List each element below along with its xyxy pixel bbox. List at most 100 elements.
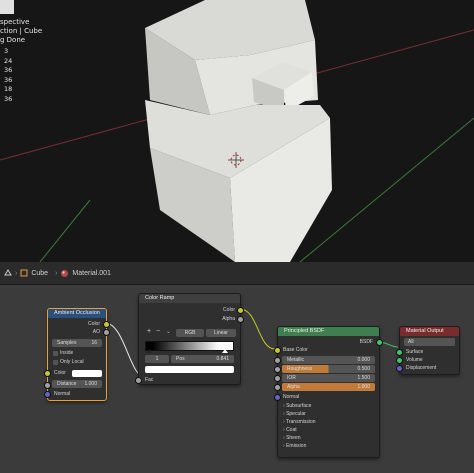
color-mode-dropdown[interactable]: RGB	[176, 329, 204, 337]
ramp-stop-handle-black[interactable]	[146, 349, 152, 353]
output-color-socket[interactable]	[103, 321, 110, 328]
position-label: Pos	[176, 356, 185, 362]
normal-label: Normal	[54, 391, 71, 397]
panel-label: Coat	[286, 427, 297, 433]
interpolation-value: Linear	[214, 330, 228, 336]
output-ao-socket[interactable]	[103, 329, 110, 336]
panel-specular[interactable]: › Specular	[283, 410, 306, 418]
ambient-occlusion-node[interactable]: Ambient Occlusion Color AO Samples 16 In…	[44, 308, 110, 401]
roughness-field[interactable]: Roughness 0.500	[282, 365, 375, 373]
output-color-label: Color	[88, 321, 100, 327]
input-normal-socket[interactable]	[274, 394, 281, 401]
inside-label: Inside	[60, 350, 74, 356]
output-alpha-socket[interactable]	[237, 316, 244, 323]
shader-node-editor[interactable]: Ambient Occlusion Color AO Samples 16 In…	[0, 285, 474, 473]
output-alpha-label: Alpha	[222, 316, 235, 322]
stat-value: 24	[4, 56, 13, 65]
panel-sheen[interactable]: › Sheen	[283, 434, 301, 442]
output-bsdf-label: BSDF	[359, 339, 373, 345]
node-header[interactable]: Principled BSDF	[278, 327, 379, 336]
output-bsdf-socket[interactable]	[376, 339, 383, 346]
input-normal-socket[interactable]	[44, 391, 51, 398]
only-local-checkbox[interactable]	[53, 360, 58, 365]
input-distance-socket[interactable]	[44, 382, 51, 389]
roughness-label: Roughness	[287, 366, 313, 372]
node-header[interactable]: Color Ramp	[139, 294, 240, 303]
panel-transmission[interactable]: › Transmission	[283, 418, 316, 426]
panel-label: Sheen	[286, 435, 301, 441]
input-alpha-socket[interactable]	[274, 384, 281, 391]
panel-coat[interactable]: › Coat	[283, 426, 297, 434]
input-base-color-socket[interactable]	[274, 347, 281, 354]
metallic-field[interactable]: Metallic 0.000	[282, 356, 375, 364]
distance-label: Distance	[57, 381, 77, 387]
input-roughness-socket[interactable]	[274, 366, 281, 373]
stat-value: 36	[4, 75, 13, 84]
metallic-label: Metallic	[287, 357, 304, 363]
stop-color-swatch[interactable]	[145, 366, 234, 373]
ramp-gradient-bar[interactable]	[145, 341, 234, 351]
interpolation-dropdown[interactable]: Linear	[206, 329, 236, 337]
stat-value: 3	[4, 47, 9, 55]
output-target-value: All	[408, 339, 414, 345]
node-editor-breadcrumb: › Cube › Material.001	[0, 262, 474, 285]
ior-field[interactable]: IOR 1.500	[282, 374, 375, 382]
stop-index-value: 1	[155, 356, 159, 362]
inside-checkbox[interactable]	[53, 351, 58, 356]
input-color-label: Color	[54, 370, 66, 376]
samples-field[interactable]: Samples 16	[52, 339, 102, 347]
ramp-stop-handle-white[interactable]	[222, 349, 228, 353]
stat-value: 36	[4, 94, 13, 103]
roughness-value: 0.500	[357, 366, 370, 372]
surface-label: Surface	[406, 349, 424, 355]
panel-subsurface[interactable]: › Subsurface	[283, 402, 311, 410]
input-color-socket[interactable]	[44, 370, 51, 377]
input-displacement-socket[interactable]	[396, 365, 403, 372]
color-mode-value: RGB	[184, 330, 196, 336]
alpha-value: 1.000	[357, 384, 370, 390]
input-metallic-socket[interactable]	[274, 357, 281, 364]
add-stop-button[interactable]: +	[147, 328, 151, 336]
samples-value: 16	[91, 340, 97, 346]
panel-label: Specular	[286, 411, 306, 417]
stop-position-field[interactable]: Pos 0.841	[171, 355, 234, 363]
breadcrumb-separator-icon: ›	[55, 269, 58, 277]
mesh-icon	[4, 269, 12, 276]
color-swatch[interactable]	[72, 370, 102, 377]
breadcrumb-separator-icon: ›	[15, 269, 18, 277]
viewport-corner-icon[interactable]	[0, 0, 14, 14]
output-color-label: Color	[223, 307, 235, 313]
output-target-dropdown[interactable]: All	[404, 338, 455, 346]
ior-value: 1.500	[357, 375, 370, 381]
normal-label: Normal	[283, 394, 300, 400]
node-header[interactable]: Material Output	[400, 327, 459, 336]
alpha-field[interactable]: Alpha 1.000	[282, 383, 375, 391]
3d-viewport[interactable]: spective ction | Cube g Done 3 24 36 36 …	[0, 0, 474, 262]
output-ao-label: AO	[92, 329, 100, 335]
node-header[interactable]: Ambient Occlusion	[48, 309, 106, 318]
principled-bsdf-node[interactable]: Principled BSDF BSDF Base Color Metallic…	[274, 326, 383, 458]
object-icon	[20, 269, 28, 277]
volume-label: Volume	[406, 357, 423, 363]
breadcrumb-material[interactable]: Material.001	[72, 270, 111, 277]
only-local-label: Only Local	[60, 359, 84, 365]
input-surface-socket[interactable]	[396, 349, 403, 356]
samples-label: Samples	[57, 340, 77, 346]
material-output-node[interactable]: Material Output All Surface Volume Displ…	[396, 326, 460, 375]
active-stop-index[interactable]: 1	[145, 355, 169, 363]
remove-stop-button[interactable]: −	[156, 328, 160, 336]
metallic-value: 0.000	[357, 357, 370, 363]
fac-label: Fac	[145, 377, 154, 383]
chevron-down-icon[interactable]: ⌄	[166, 328, 171, 336]
color-ramp-node[interactable]: Color Ramp Color Alpha + − ⌄ RGB Linear …	[135, 293, 244, 385]
status-text: g Done	[0, 36, 26, 44]
input-fac-socket[interactable]	[135, 377, 142, 384]
distance-field[interactable]: Distance 1.000	[52, 380, 102, 388]
input-volume-socket[interactable]	[396, 357, 403, 364]
displacement-label: Displacement	[406, 365, 437, 371]
panel-emission[interactable]: › Emission	[283, 442, 306, 450]
output-color-socket[interactable]	[237, 307, 244, 314]
input-ior-socket[interactable]	[274, 375, 281, 382]
breadcrumb-object[interactable]: Cube	[31, 270, 48, 277]
link-ramp-to-bsdf	[239, 308, 276, 350]
